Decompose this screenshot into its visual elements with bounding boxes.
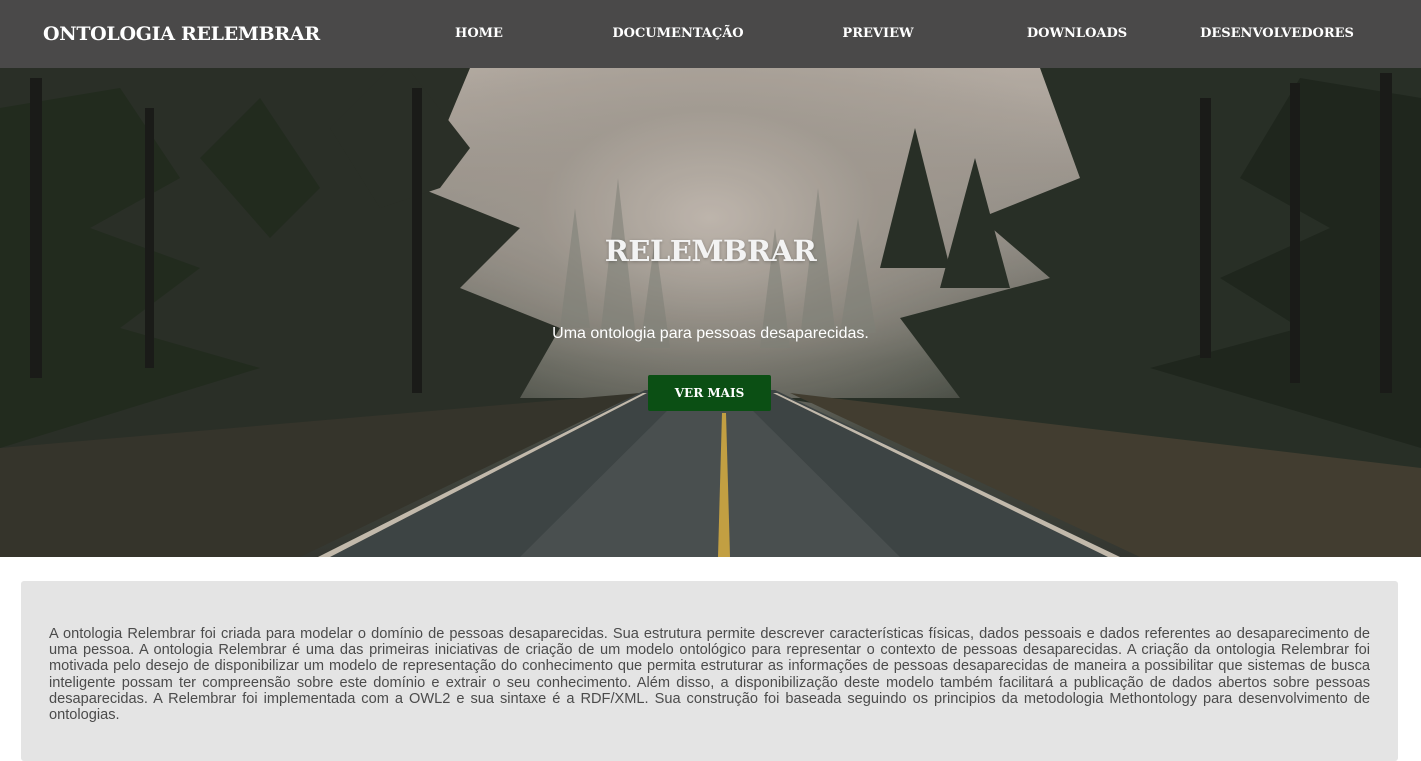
nav-link-preview[interactable]: PREVIEW	[842, 0, 913, 68]
brand-link[interactable]: ONTOLOGIA RELEMBRAR	[43, 0, 320, 68]
ver-mais-button[interactable]: VER MAIS	[648, 375, 771, 411]
hero-subtitle: Uma ontologia para pessoas desaparecidas…	[552, 325, 869, 342]
top-navbar: ONTOLOGIA RELEMBRAR HOME DOCUMENTAÇÃO PR…	[0, 0, 1421, 68]
about-paragraph: A ontologia Relembrar foi criada para mo…	[49, 626, 1370, 724]
nav-link-home[interactable]: HOME	[455, 0, 503, 68]
nav-link-documentacao[interactable]: DOCUMENTAÇÃO	[612, 0, 743, 68]
hero-banner: RELEMBRAR Uma ontologia para pessoas des…	[0, 68, 1421, 557]
about-card: A ontologia Relembrar foi criada para mo…	[21, 581, 1398, 761]
hero-overlay	[0, 68, 1421, 557]
nav-link-downloads[interactable]: DOWNLOADS	[1027, 0, 1127, 68]
nav-link-desenvolvedores[interactable]: DESENVOLVEDORES	[1200, 0, 1354, 68]
hero-title: RELEMBRAR	[604, 234, 817, 268]
